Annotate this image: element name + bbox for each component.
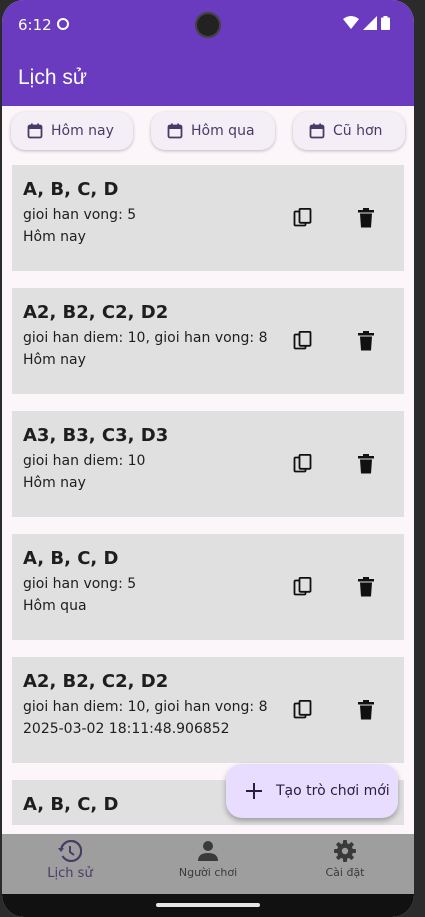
game-date: Hôm nay — [23, 475, 86, 491]
filter-chip-older[interactable]: Cũ hơn — [293, 112, 405, 150]
copy-icon[interactable] — [293, 454, 313, 474]
copy-icon[interactable] — [293, 700, 313, 720]
copy-icon[interactable] — [293, 208, 313, 228]
create-game-button[interactable]: Tạo trò chơi mới — [226, 764, 398, 818]
game-card[interactable]: A, B, C, D gioi han vong: 5 Hôm qua — [12, 534, 404, 640]
game-players: A, B, C, D — [23, 548, 119, 569]
game-card[interactable]: A3, B3, C3, D3 gioi han diem: 10 Hôm nay — [12, 411, 404, 517]
copy-icon[interactable] — [293, 331, 313, 351]
date-filter-chips: Hôm nay Hôm qua Cũ hơn — [2, 112, 414, 152]
signal-icon — [363, 16, 377, 30]
game-date: Hôm nay — [23, 229, 86, 245]
history-icon — [58, 840, 82, 862]
game-limits: gioi han diem: 10, gioi han vong: 8 — [23, 699, 268, 715]
nav-item-history[interactable]: Lịch sử — [10, 840, 130, 881]
page-title: Lịch sử — [18, 66, 87, 89]
filter-chip-today[interactable]: Hôm nay — [11, 112, 133, 150]
plus-icon — [246, 783, 262, 799]
notification-icon — [57, 18, 69, 30]
delete-icon[interactable] — [357, 208, 375, 228]
game-limits: gioi han diem: 10, gioi han vong: 8 — [23, 330, 268, 346]
game-card[interactable]: A2, B2, C2, D2 gioi han diem: 10, gioi h… — [12, 657, 404, 763]
nav-label: Người chơi — [178, 866, 238, 879]
delete-icon[interactable] — [357, 577, 375, 597]
gear-icon — [334, 840, 356, 862]
filter-chip-label: Cũ hơn — [333, 123, 383, 139]
delete-icon[interactable] — [357, 331, 375, 351]
nav-item-settings[interactable]: Cài đặt — [285, 840, 405, 879]
app-bar: Lịch sử — [2, 50, 414, 106]
filter-chip-yesterday[interactable]: Hôm qua — [151, 112, 275, 150]
filter-chip-label: Hôm qua — [191, 123, 255, 139]
calendar-icon — [27, 123, 43, 139]
game-date: Hôm qua — [23, 598, 87, 614]
gesture-handle[interactable] — [156, 903, 260, 907]
calendar-icon — [309, 123, 325, 139]
game-players: A3, B3, C3, D3 — [23, 425, 169, 446]
camera-cutout — [195, 12, 221, 38]
person-icon — [198, 841, 218, 861]
game-limits: gioi han vong: 5 — [23, 576, 137, 592]
nav-label: Cài đặt — [325, 866, 365, 879]
game-card[interactable]: A2, B2, C2, D2 gioi han diem: 10, gioi h… — [12, 288, 404, 394]
system-icons — [343, 16, 390, 30]
game-date: 2025-03-02 18:11:48.906852 — [23, 721, 230, 737]
bottom-navigation: Lịch sử Người chơi Cài đặt — [2, 834, 414, 894]
game-card[interactable]: A, B, C, D gioi han vong: 5 Hôm nay — [12, 165, 404, 271]
game-players: A2, B2, C2, D2 — [23, 671, 169, 692]
calendar-icon — [167, 123, 183, 139]
delete-icon[interactable] — [357, 700, 375, 720]
wifi-icon — [343, 16, 359, 29]
delete-icon[interactable] — [357, 454, 375, 474]
game-limits: gioi han vong: 5 — [23, 207, 137, 223]
game-limits: gioi han diem: 10 — [23, 453, 146, 469]
create-game-label: Tạo trò chơi mới — [276, 783, 390, 799]
battery-icon — [381, 16, 390, 30]
game-players: A, B, C, D — [23, 794, 119, 815]
nav-label: Lịch sử — [47, 866, 93, 881]
nav-item-players[interactable]: Người chơi — [148, 840, 268, 879]
game-players: A2, B2, C2, D2 — [23, 302, 169, 323]
phone-screen: 6:12 Lịch sử Hôm nay Hôm qua Cũ hơn A, B… — [2, 0, 414, 917]
filter-chip-label: Hôm nay — [51, 123, 114, 139]
status-bar: 6:12 — [2, 0, 414, 50]
game-players: A, B, C, D — [23, 179, 119, 200]
status-time: 6:12 — [18, 16, 52, 34]
copy-icon[interactable] — [293, 577, 313, 597]
game-date: Hôm nay — [23, 352, 86, 368]
